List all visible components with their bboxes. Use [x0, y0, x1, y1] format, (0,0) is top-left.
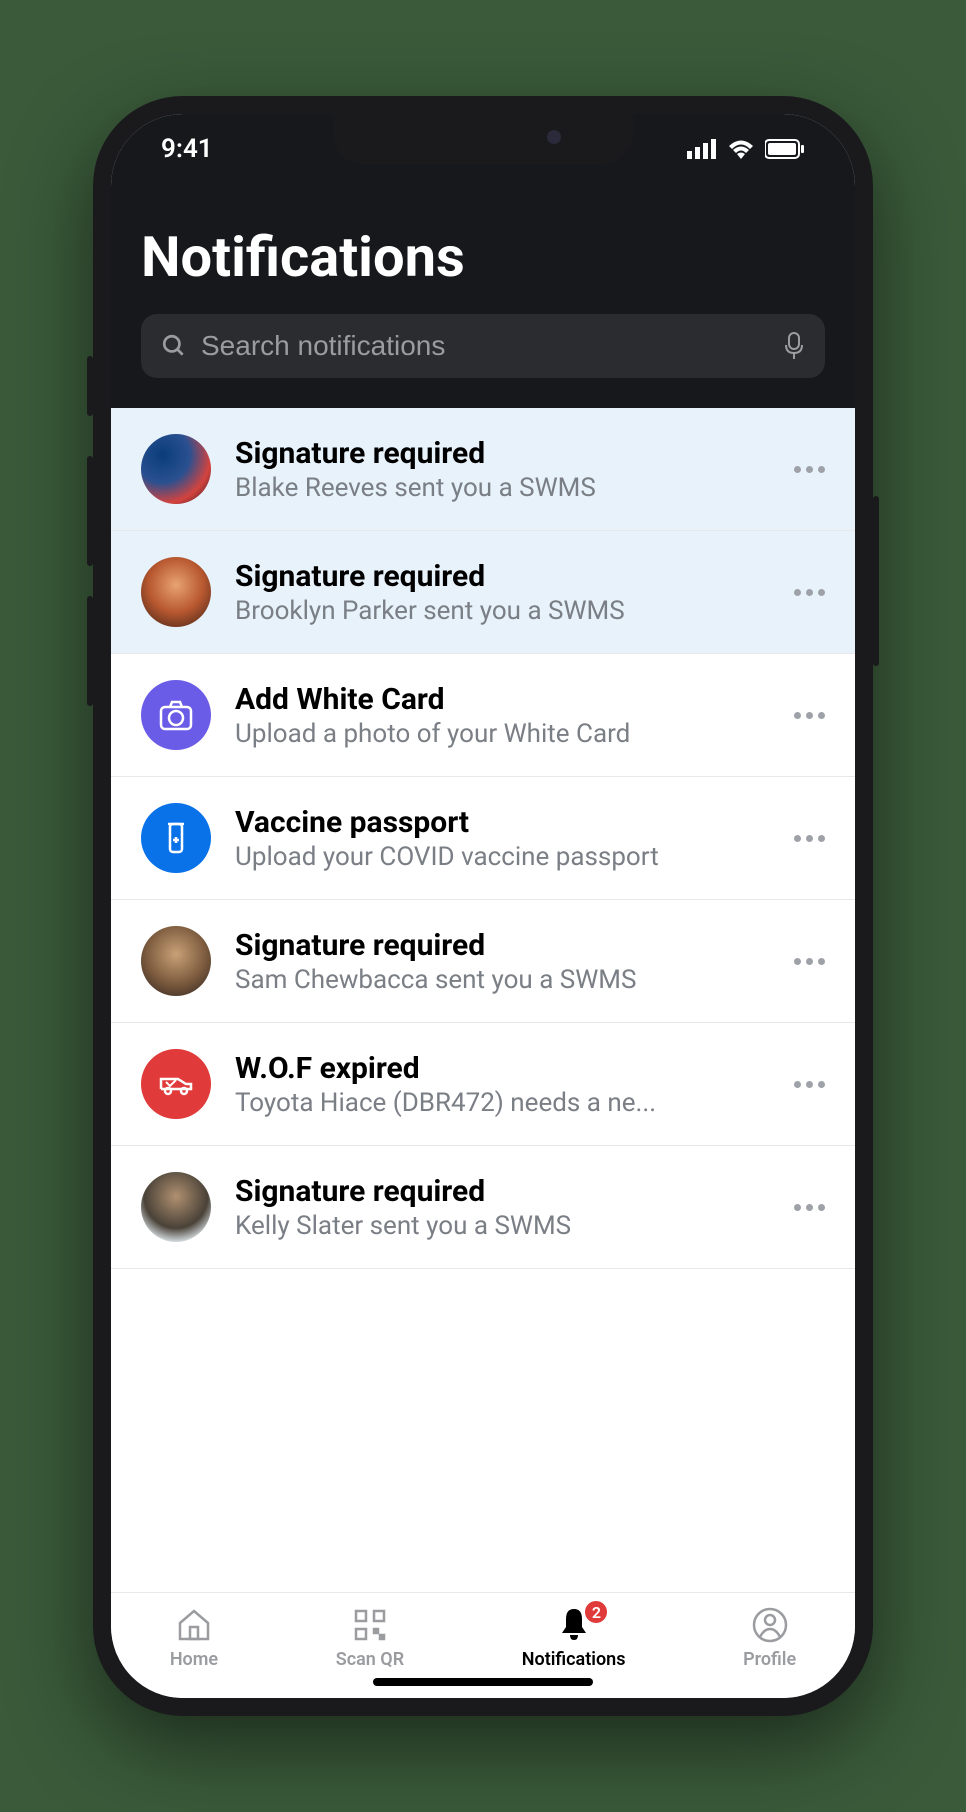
more-icon[interactable]: [794, 579, 825, 606]
search-bar[interactable]: [141, 314, 825, 378]
more-icon[interactable]: [794, 825, 825, 852]
avatar: [141, 926, 211, 996]
notification-subtitle: Sam Chewbacca sent you a SWMS: [235, 965, 770, 995]
notification-subtitle: Upload your COVID vaccine passport: [235, 842, 770, 872]
avatar: [141, 557, 211, 627]
battery-icon: [765, 139, 805, 159]
notification-badge: 2: [583, 1599, 609, 1625]
profile-icon: [750, 1605, 790, 1645]
notification-title: Vaccine passport: [235, 805, 770, 840]
avatar: [141, 434, 211, 504]
notification-title: W.O.F expired: [235, 1051, 770, 1086]
tab-label: Home: [170, 1649, 218, 1670]
phone-frame: 9:41 Notifications Signature required Bl…: [93, 96, 873, 1716]
notification-list: Signature required Blake Reeves sent you…: [111, 408, 855, 1269]
page-header: Notifications: [111, 184, 855, 408]
tab-home[interactable]: Home: [170, 1605, 218, 1670]
notification-title: Signature required: [235, 1174, 770, 1209]
notification-title: Signature required: [235, 559, 770, 594]
van-icon: [141, 1049, 211, 1119]
tab-label: Scan QR: [336, 1649, 404, 1670]
qr-icon: [350, 1605, 390, 1645]
tab-scan-qr[interactable]: Scan QR: [336, 1605, 404, 1670]
camera-icon: [141, 680, 211, 750]
notification-item[interactable]: Add White Card Upload a photo of your Wh…: [111, 654, 855, 777]
page-title: Notifications: [141, 224, 825, 290]
more-icon[interactable]: [794, 948, 825, 975]
notification-subtitle: Kelly Slater sent you a SWMS: [235, 1211, 770, 1241]
notification-item[interactable]: Signature required Brooklyn Parker sent …: [111, 531, 855, 654]
notification-subtitle: Brooklyn Parker sent you a SWMS: [235, 596, 770, 626]
status-time: 9:41: [161, 134, 213, 164]
phone-notch: [333, 114, 633, 164]
notification-subtitle: Toyota Hiace (DBR472) needs a ne...: [235, 1088, 770, 1118]
notification-item[interactable]: W.O.F expired Toyota Hiace (DBR472) need…: [111, 1023, 855, 1146]
notification-subtitle: Upload a photo of your White Card: [235, 719, 770, 749]
vial-icon: [141, 803, 211, 873]
notification-subtitle: Blake Reeves sent you a SWMS: [235, 473, 770, 503]
notification-item[interactable]: Signature required Blake Reeves sent you…: [111, 408, 855, 531]
notification-item[interactable]: Signature required Kelly Slater sent you…: [111, 1146, 855, 1269]
notification-title: Signature required: [235, 928, 770, 963]
notification-item[interactable]: Signature required Sam Chewbacca sent yo…: [111, 900, 855, 1023]
more-icon[interactable]: [794, 1194, 825, 1221]
notification-title: Add White Card: [235, 682, 770, 717]
avatar: [141, 1172, 211, 1242]
more-icon[interactable]: [794, 456, 825, 483]
home-icon: [174, 1605, 214, 1645]
more-icon[interactable]: [794, 1071, 825, 1098]
notification-item[interactable]: Vaccine passport Upload your COVID vacci…: [111, 777, 855, 900]
tab-profile[interactable]: Profile: [743, 1605, 796, 1670]
more-icon[interactable]: [794, 702, 825, 729]
notification-title: Signature required: [235, 436, 770, 471]
tab-notifications[interactable]: 2 Notifications: [522, 1605, 626, 1670]
search-icon: [161, 333, 187, 359]
wifi-icon: [727, 139, 755, 159]
mic-icon[interactable]: [783, 331, 805, 361]
cellular-icon: [687, 139, 717, 159]
tab-label: Notifications: [522, 1649, 626, 1670]
home-indicator[interactable]: [373, 1678, 593, 1686]
tab-label: Profile: [743, 1649, 796, 1670]
search-input[interactable]: [201, 330, 769, 362]
